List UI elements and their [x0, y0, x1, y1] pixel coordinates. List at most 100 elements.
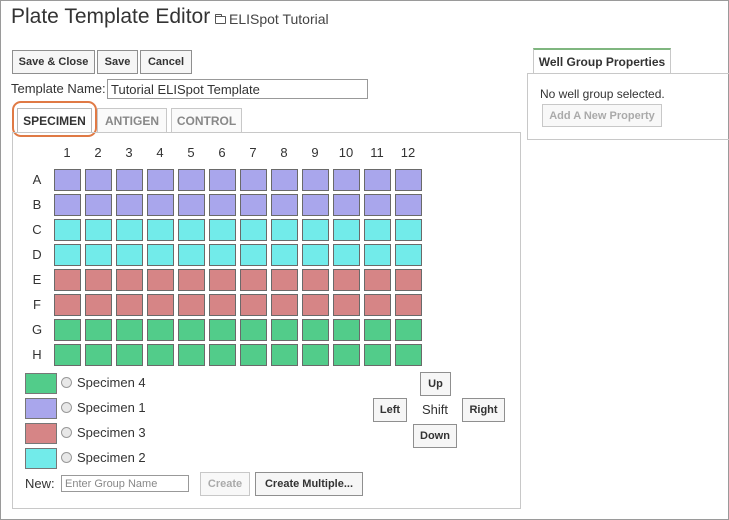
breadcrumb-label[interactable]: ELISpot Tutorial: [229, 11, 329, 27]
plate-well[interactable]: [209, 219, 236, 241]
plate-well[interactable]: [85, 244, 112, 266]
plate-well[interactable]: [395, 219, 422, 241]
plate-well[interactable]: [395, 194, 422, 216]
column-header[interactable]: 5: [180, 143, 202, 163]
plate-well[interactable]: [116, 294, 143, 316]
tab-specimen[interactable]: SPECIMEN: [17, 108, 92, 133]
row-header[interactable]: H: [23, 344, 51, 366]
plate-well[interactable]: [178, 169, 205, 191]
plate-well[interactable]: [395, 319, 422, 341]
plate-well[interactable]: [54, 269, 81, 291]
plate-well[interactable]: [85, 269, 112, 291]
plate-well[interactable]: [333, 269, 360, 291]
plate-well[interactable]: [178, 319, 205, 341]
group-color-swatch[interactable]: [25, 398, 57, 419]
column-header[interactable]: 3: [118, 143, 140, 163]
plate-well[interactable]: [364, 219, 391, 241]
group-radio[interactable]: [61, 427, 72, 438]
plate-well[interactable]: [302, 169, 329, 191]
plate-well[interactable]: [85, 294, 112, 316]
plate-well[interactable]: [364, 319, 391, 341]
column-header[interactable]: 7: [242, 143, 264, 163]
plate-well[interactable]: [85, 219, 112, 241]
cancel-button[interactable]: Cancel: [140, 50, 192, 74]
plate-well[interactable]: [147, 169, 174, 191]
shift-right-button[interactable]: Right: [462, 398, 505, 422]
plate-well[interactable]: [333, 219, 360, 241]
plate-well[interactable]: [116, 344, 143, 366]
column-header[interactable]: 2: [87, 143, 109, 163]
row-header[interactable]: E: [23, 269, 51, 291]
plate-well[interactable]: [271, 269, 298, 291]
column-header[interactable]: 6: [211, 143, 233, 163]
plate-well[interactable]: [271, 344, 298, 366]
plate-well[interactable]: [85, 169, 112, 191]
plate-well[interactable]: [209, 319, 236, 341]
plate-well[interactable]: [54, 294, 81, 316]
plate-well[interactable]: [147, 344, 174, 366]
column-header[interactable]: 11: [366, 143, 388, 163]
plate-well[interactable]: [147, 194, 174, 216]
plate-well[interactable]: [302, 269, 329, 291]
plate-well[interactable]: [364, 344, 391, 366]
plate-well[interactable]: [54, 319, 81, 341]
group-radio[interactable]: [61, 377, 72, 388]
plate-well[interactable]: [302, 244, 329, 266]
plate-well[interactable]: [116, 169, 143, 191]
plate-well[interactable]: [395, 344, 422, 366]
row-header[interactable]: F: [23, 294, 51, 316]
plate-well[interactable]: [147, 219, 174, 241]
plate-well[interactable]: [178, 244, 205, 266]
plate-well[interactable]: [116, 269, 143, 291]
plate-well[interactable]: [271, 194, 298, 216]
plate-well[interactable]: [302, 194, 329, 216]
plate-well[interactable]: [178, 294, 205, 316]
plate-well[interactable]: [271, 294, 298, 316]
row-header[interactable]: G: [23, 319, 51, 341]
plate-well[interactable]: [271, 219, 298, 241]
plate-well[interactable]: [395, 169, 422, 191]
plate-well[interactable]: [54, 344, 81, 366]
plate-well[interactable]: [85, 319, 112, 341]
plate-well[interactable]: [395, 244, 422, 266]
plate-well[interactable]: [85, 194, 112, 216]
plate-well[interactable]: [54, 169, 81, 191]
plate-well[interactable]: [240, 219, 267, 241]
template-name-input[interactable]: [107, 79, 368, 99]
plate-well[interactable]: [147, 244, 174, 266]
plate-well[interactable]: [240, 194, 267, 216]
plate-well[interactable]: [54, 219, 81, 241]
plate-well[interactable]: [302, 344, 329, 366]
plate-well[interactable]: [147, 294, 174, 316]
plate-well[interactable]: [271, 244, 298, 266]
plate-well[interactable]: [54, 194, 81, 216]
group-radio[interactable]: [61, 452, 72, 463]
plate-well[interactable]: [240, 294, 267, 316]
breadcrumb[interactable]: ELISpot Tutorial: [215, 11, 329, 27]
new-group-input[interactable]: [61, 475, 189, 492]
plate-well[interactable]: [116, 244, 143, 266]
column-header[interactable]: 1: [56, 143, 78, 163]
plate-well[interactable]: [395, 294, 422, 316]
plate-well[interactable]: [209, 344, 236, 366]
save-button[interactable]: Save: [97, 50, 138, 74]
plate-well[interactable]: [302, 294, 329, 316]
tab-antigen[interactable]: ANTIGEN: [97, 108, 167, 132]
row-header[interactable]: B: [23, 194, 51, 216]
plate-well[interactable]: [271, 169, 298, 191]
shift-down-button[interactable]: Down: [413, 424, 457, 448]
create-multiple-button[interactable]: Create Multiple...: [255, 472, 363, 496]
plate-well[interactable]: [178, 344, 205, 366]
plate-well[interactable]: [85, 344, 112, 366]
group-color-swatch[interactable]: [25, 448, 57, 469]
group-radio[interactable]: [61, 402, 72, 413]
row-header[interactable]: A: [23, 169, 51, 191]
shift-up-button[interactable]: Up: [420, 372, 451, 396]
row-header[interactable]: C: [23, 219, 51, 241]
plate-well[interactable]: [333, 194, 360, 216]
plate-well[interactable]: [147, 319, 174, 341]
plate-well[interactable]: [178, 269, 205, 291]
plate-well[interactable]: [271, 319, 298, 341]
plate-well[interactable]: [209, 269, 236, 291]
plate-well[interactable]: [116, 194, 143, 216]
